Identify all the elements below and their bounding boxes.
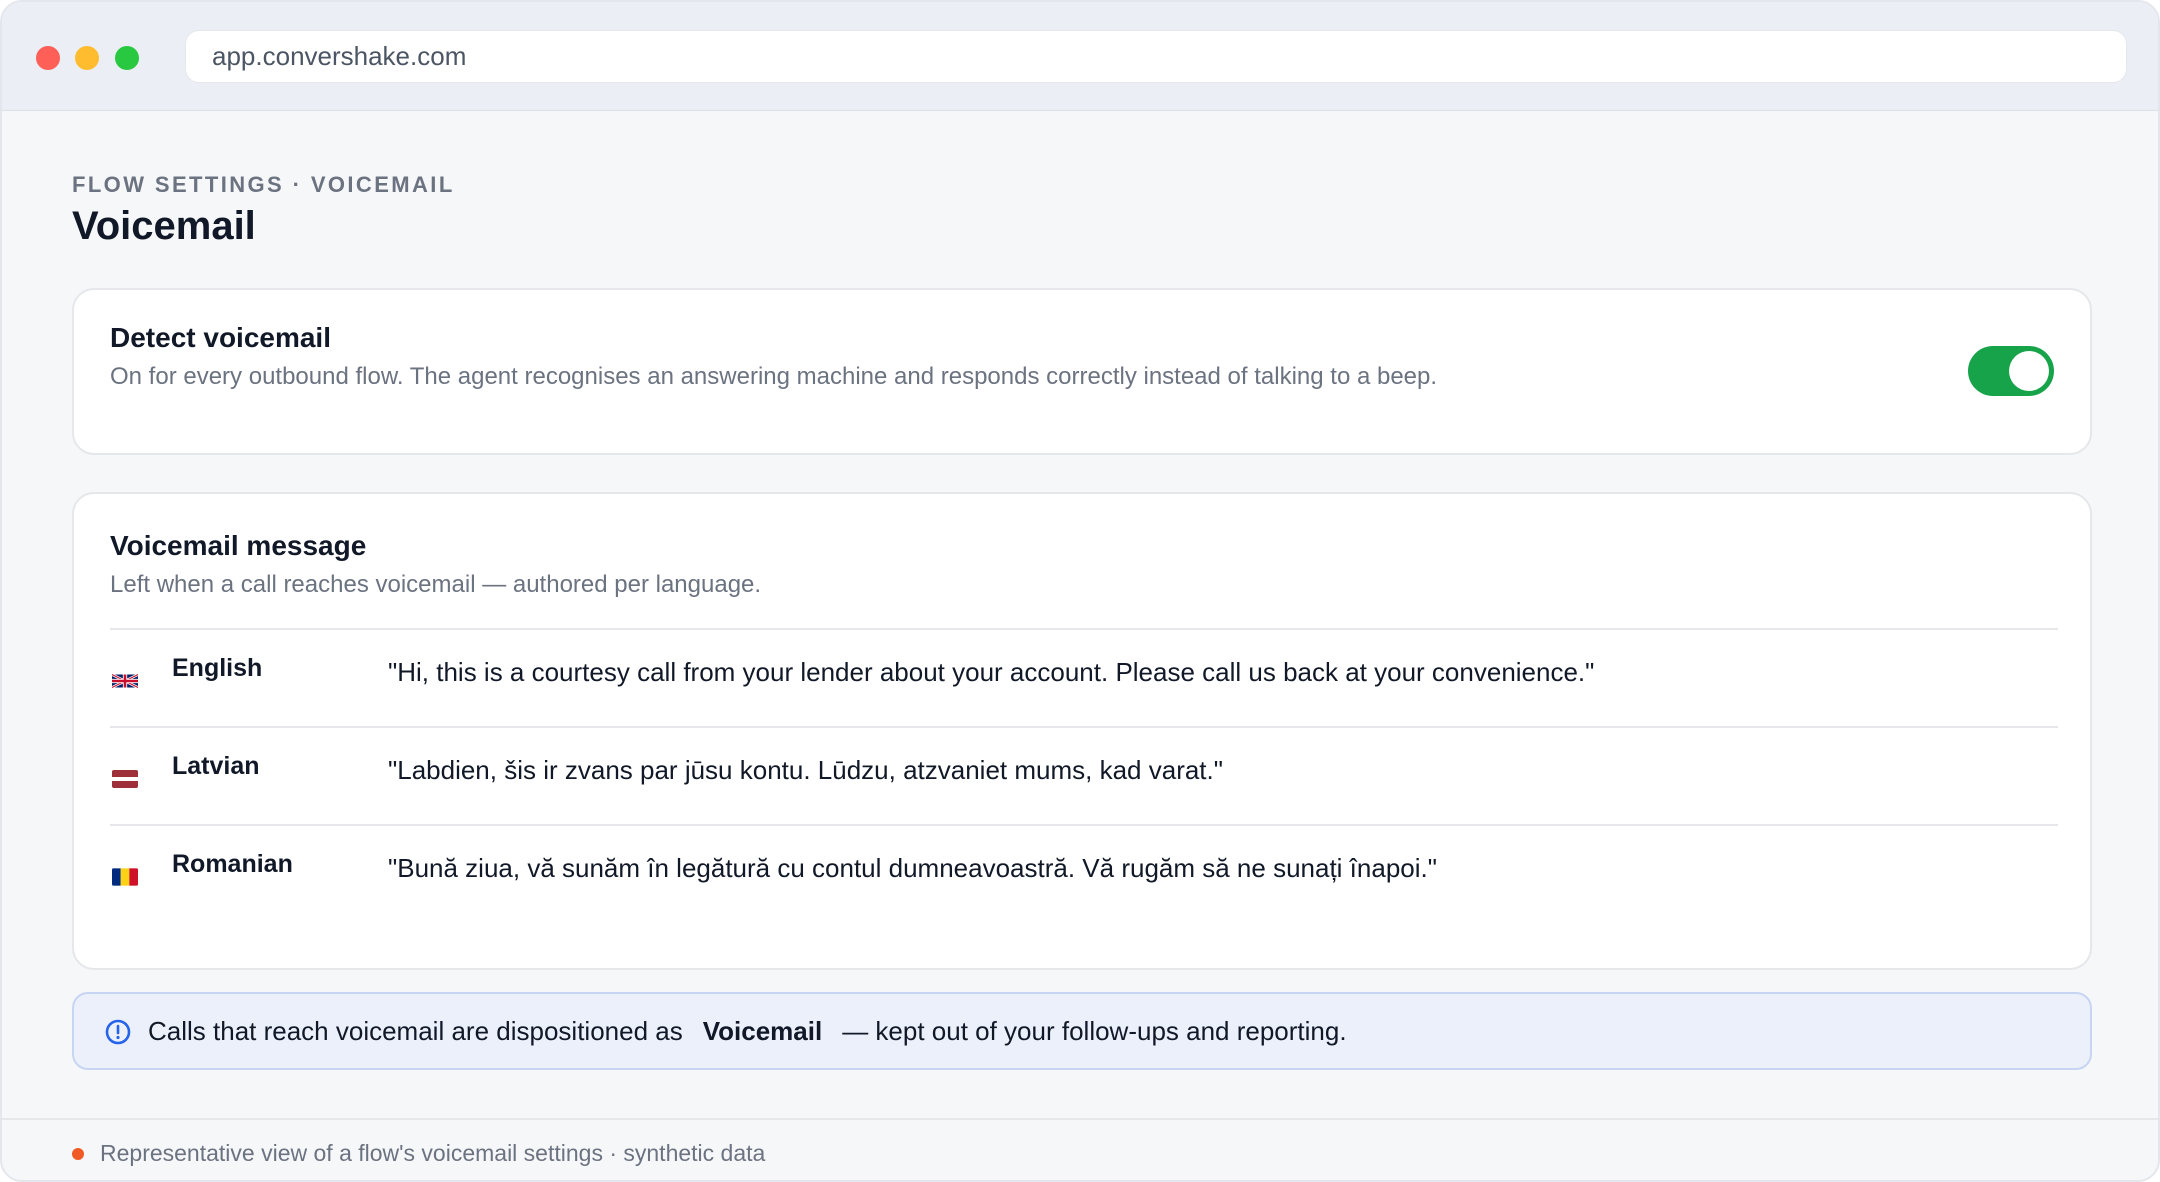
romania-flag-icon — [112, 868, 138, 886]
language-row-latvian[interactable]: Latvian "Labdien, šis ir zvans par jūsu … — [110, 726, 2058, 824]
close-window-button[interactable] — [36, 46, 60, 70]
uk-flag-icon — [112, 672, 138, 690]
detect-voicemail-card: Detect voicemail On for every outbound f… — [72, 288, 2092, 455]
address-bar-url: app.convershake.com — [212, 41, 467, 71]
disposition-notice: Calls that reach voicemail are dispositi… — [72, 992, 2092, 1070]
info-icon — [105, 1019, 131, 1045]
minimize-window-button[interactable] — [75, 46, 99, 70]
language-message: "Labdien, šis ir zvans par jūsu kontu. L… — [388, 755, 1223, 785]
breadcrumb: FLOW SETTINGS · VOICEMAIL — [72, 172, 455, 197]
notice-suffix: — kept out of your follow-ups and report… — [842, 1016, 1347, 1046]
voicemail-message-description: Left when a call reaches voicemail — aut… — [110, 571, 762, 598]
address-bar[interactable]: app.convershake.com — [185, 30, 2127, 83]
language-name: Latvian — [172, 752, 260, 780]
language-list: English "Hi, this is a courtesy call fro… — [110, 628, 2058, 922]
language-row-english[interactable]: English "Hi, this is a courtesy call fro… — [110, 628, 2058, 726]
browser-titlebar: app.convershake.com — [2, 2, 2158, 111]
footer-text: Representative view of a flow's voicemai… — [100, 1140, 766, 1166]
language-row-romanian[interactable]: Romanian "Bună ziua, vă sunăm în legătur… — [110, 824, 2058, 922]
voicemail-message-title: Voicemail message — [110, 530, 367, 561]
status-dot — [72, 1148, 84, 1160]
notice-text: Calls that reach voicemail are dispositi… — [148, 1016, 1347, 1047]
browser-window: app.convershake.com FLOW SETTINGS · VOIC… — [0, 0, 2160, 1182]
detect-voicemail-toggle[interactable] — [1968, 346, 2054, 396]
detect-voicemail-title: Detect voicemail — [110, 322, 331, 353]
voicemail-message-card: Voicemail message Left when a call reach… — [72, 492, 2092, 970]
latvia-flag-icon — [112, 770, 138, 788]
notice-prefix: Calls that reach voicemail are dispositi… — [148, 1016, 683, 1046]
notice-highlight: Voicemail — [702, 1016, 823, 1046]
maximize-window-button[interactable] — [115, 46, 139, 70]
language-name: English — [172, 654, 263, 682]
page-title: Voicemail — [72, 204, 256, 248]
language-message: "Hi, this is a courtesy call from your l… — [388, 657, 1595, 687]
toggle-knob — [2009, 351, 2049, 391]
language-name: Romanian — [172, 850, 293, 878]
page-content: FLOW SETTINGS · VOICEMAIL Voicemail Dete… — [2, 112, 2158, 1117]
footer: Representative view of a flow's voicemai… — [2, 1118, 2158, 1180]
language-message: "Bună ziua, vă sunăm în legătură cu cont… — [388, 853, 1437, 883]
detect-voicemail-description: On for every outbound flow. The agent re… — [110, 363, 1438, 390]
